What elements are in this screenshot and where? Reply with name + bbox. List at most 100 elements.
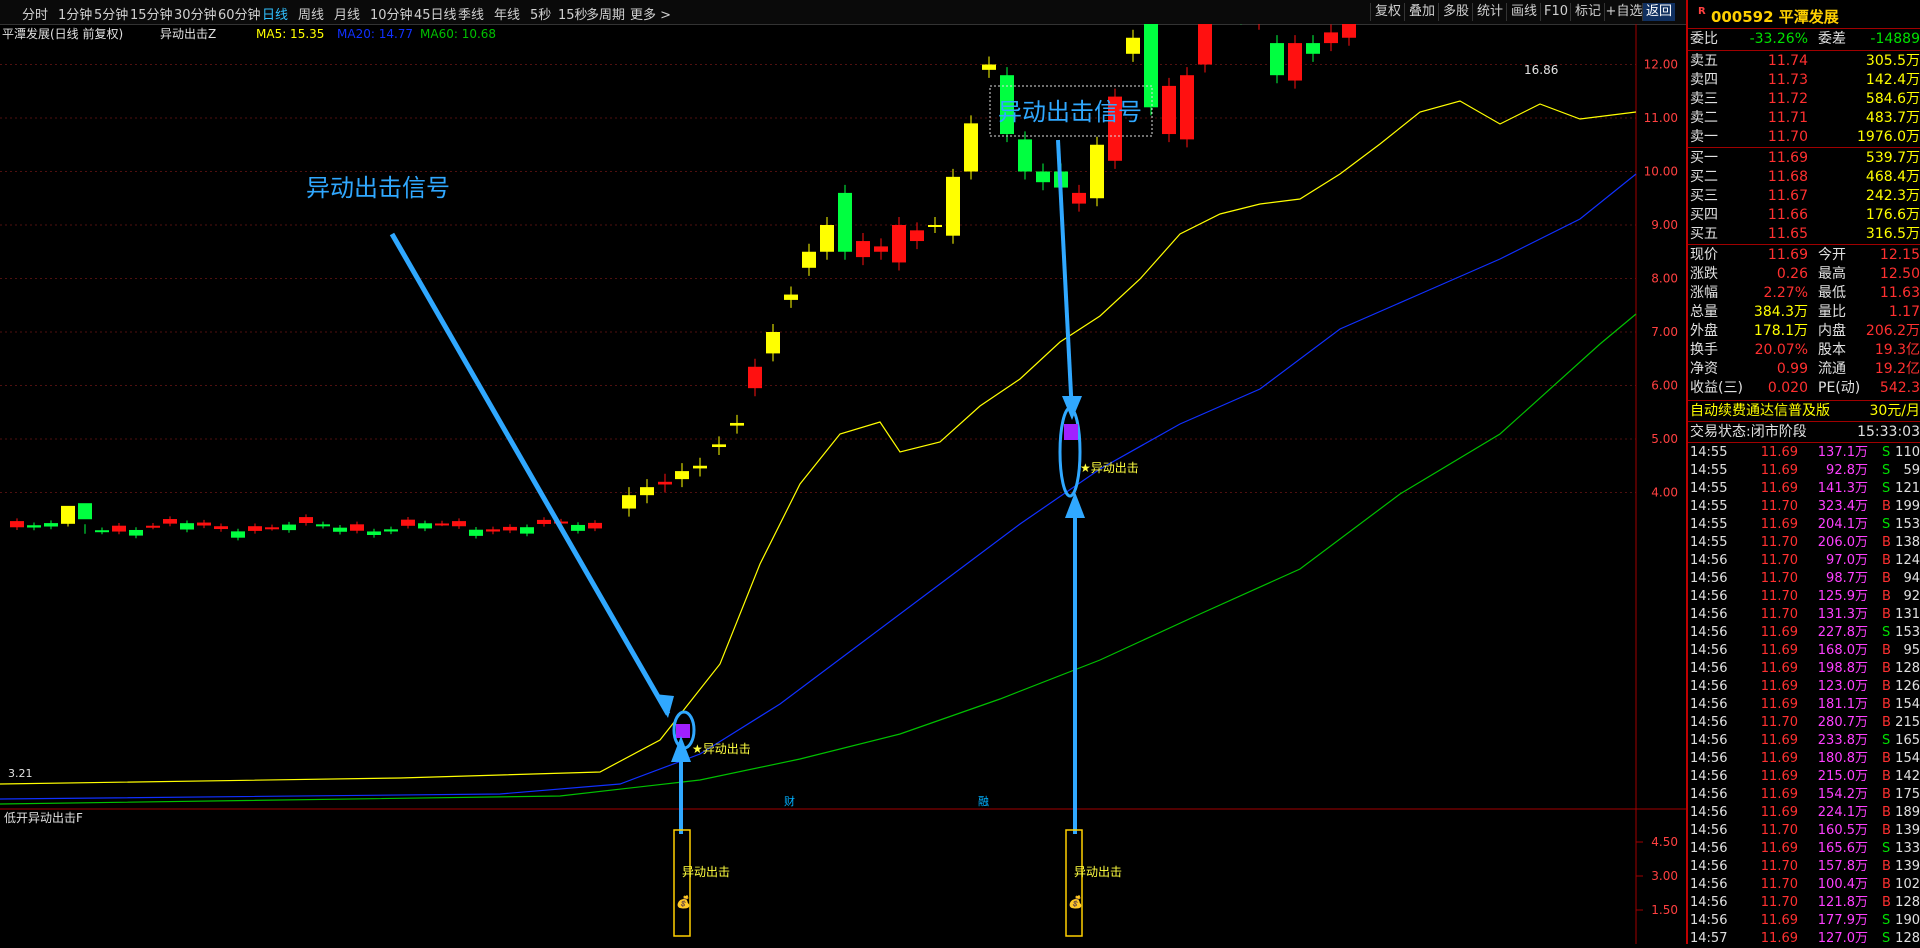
sub-tick-label: 4.50 — [1651, 835, 1678, 849]
tool-button-6[interactable]: 标记 — [1570, 3, 1605, 21]
period-tab-13[interactable]: 5秒 — [530, 4, 551, 23]
candle-body — [333, 527, 347, 532]
candle-body — [401, 519, 415, 526]
period-tab-0[interactable]: 分时 — [22, 4, 48, 23]
candle-body — [874, 246, 888, 252]
candle-body — [452, 521, 466, 527]
stat-row: 总量 384.3万 量比 1.17 — [1690, 304, 1920, 320]
tool-button-1[interactable]: 叠加 — [1404, 3, 1439, 21]
finance-icon: 财 — [784, 794, 795, 808]
stat-row: 现价 11.69 今开 12.15 — [1690, 247, 1920, 263]
signal-sub-text: 异动出击 — [682, 865, 730, 879]
period-tab-12[interactable]: 年线 — [494, 4, 520, 23]
sub-tick-label: 1.50 — [1651, 903, 1678, 917]
tick-row: 14:57 11.69 127.0万 S 128 — [1690, 931, 1920, 946]
y-tick-label: 4.00 — [1651, 486, 1678, 500]
kline-chart[interactable]: 16.0015.0014.0013.0012.0011.0010.009.008… — [0, 24, 1686, 944]
tool-button-3[interactable]: 统计 — [1472, 3, 1507, 21]
up-arrowhead-1 — [671, 736, 691, 762]
bid-row: 买三 11.67 242.3万 — [1690, 188, 1920, 204]
stat-row: 净资 0.99 流通 19.2亿 — [1690, 361, 1920, 377]
panel-separator — [1688, 50, 1920, 51]
candle-body — [802, 251, 816, 268]
tool-button-0[interactable]: 复权 — [1370, 3, 1405, 21]
candle-body — [928, 225, 942, 227]
period-tab-1[interactable]: 1分钟 — [58, 4, 92, 23]
candle-body — [658, 481, 672, 485]
candle-body — [946, 176, 960, 236]
tick-row: 14:56 11.69 224.1万 B 189 — [1690, 805, 1920, 820]
candle-body — [163, 519, 177, 524]
candle-body — [1144, 24, 1158, 108]
period-tab-4[interactable]: 30分钟 — [174, 4, 217, 23]
tick-row: 14:56 11.69 165.6万 S 133 — [1690, 841, 1920, 856]
tool-button-7[interactable]: +自选 — [1604, 3, 1643, 21]
period-tab-2[interactable]: 5分钟 — [94, 4, 128, 23]
arrowhead-left — [654, 694, 674, 718]
candle-body — [10, 521, 24, 528]
tick-row: 14:56 11.70 280.7万 B 215 — [1690, 715, 1920, 730]
candle-body — [112, 525, 126, 532]
tick-row: 14:56 11.69 180.8万 B 154 — [1690, 751, 1920, 766]
candle-body — [520, 527, 534, 534]
candle-body — [1018, 139, 1032, 172]
candle-body — [571, 524, 585, 531]
stock-code: R 000592 平潭发展 — [1698, 6, 1839, 26]
money-bag-icon: 💰 — [676, 895, 691, 909]
candle-body — [910, 230, 924, 242]
tool-button-8[interactable]: 返回 — [1642, 3, 1675, 21]
tick-row: 14:56 11.69 227.8万 S 153 — [1690, 625, 1920, 640]
period-tab-3[interactable]: 15分钟 — [130, 4, 173, 23]
candle-body — [180, 523, 194, 530]
tick-row: 14:56 11.69 123.0万 B 126 — [1690, 679, 1920, 694]
tick-row: 14:56 11.69 233.8万 S 165 — [1690, 733, 1920, 748]
candle-body — [27, 525, 41, 528]
candle-body — [265, 527, 279, 530]
period-tab-9[interactable]: 10分钟 — [370, 4, 413, 23]
tick-row: 14:56 11.70 125.9万 B 92 — [1690, 589, 1920, 604]
candle-body — [856, 241, 870, 258]
bid-row: 买二 11.68 468.4万 — [1690, 169, 1920, 185]
period-tab-14[interactable]: 15秒 — [558, 4, 588, 23]
stat-row: 外盘 178.1万 内盘 206.2万 — [1690, 323, 1920, 339]
candle-body — [1180, 75, 1194, 140]
ask-row: 卖四 11.73 142.4万 — [1690, 72, 1920, 88]
tick-row: 14:56 11.69 177.9万 S 190 — [1690, 913, 1920, 928]
y-tick-label: 5.00 — [1651, 432, 1678, 446]
period-tab-11[interactable]: 季线 — [458, 4, 484, 23]
tool-button-2[interactable]: 多股 — [1438, 3, 1473, 21]
tick-row: 14:56 11.70 98.7万 B 94 — [1690, 571, 1920, 586]
signal-ring-2 — [1058, 406, 1082, 498]
y-tick-label: 8.00 — [1651, 272, 1678, 286]
ma60-label: MA60: 10.68 — [420, 27, 496, 41]
period-tab-5[interactable]: 60分钟 — [218, 4, 261, 23]
tick-row: 14:55 11.69 92.8万 S 59 — [1690, 463, 1920, 478]
period-tab-8[interactable]: 月线 — [334, 4, 360, 23]
period-tab-15[interactable]: 多周期 — [586, 4, 625, 23]
candle-body — [693, 465, 707, 469]
period-tab-10[interactable]: 45日线 — [414, 4, 457, 23]
tool-button-4[interactable]: 画线 — [1506, 3, 1541, 21]
panel-separator — [1688, 400, 1920, 401]
period-tab-7[interactable]: 周线 — [298, 4, 324, 23]
tick-row: 14:56 11.70 157.8万 B 139 — [1690, 859, 1920, 874]
candle-body — [316, 524, 330, 527]
tool-button-5[interactable]: F10 — [1540, 3, 1571, 21]
period-tab-16[interactable]: 更多 > — [630, 4, 671, 23]
candle-body — [588, 522, 602, 529]
status-row: 交易状态:闭市阶段 15:33:03 — [1690, 424, 1920, 440]
signal-bar-2 — [1065, 829, 1083, 937]
candle-body — [61, 505, 75, 524]
candle-body — [129, 529, 143, 536]
tick-row: 14:56 11.70 121.8万 B 128 — [1690, 895, 1920, 910]
arrow-left — [389, 232, 671, 716]
signal-text-1: ★异动出击 — [692, 742, 751, 756]
candle-body — [299, 517, 313, 523]
period-tab-6[interactable]: 日线 — [262, 4, 288, 23]
y-tick-label: 11.00 — [1644, 111, 1678, 125]
candle-body — [384, 529, 398, 532]
tick-row: 14:56 11.69 154.2万 B 175 — [1690, 787, 1920, 802]
candle-body — [367, 531, 381, 536]
signal-candle-1 — [676, 724, 690, 738]
panel-separator — [1688, 147, 1920, 148]
